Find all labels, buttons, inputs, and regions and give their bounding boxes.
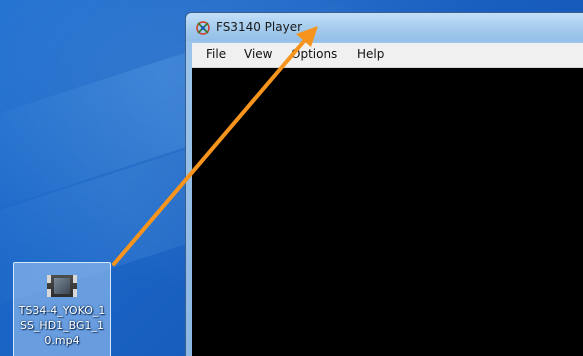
video-display[interactable] [192, 68, 583, 356]
menu-file[interactable]: File [206, 47, 226, 61]
window-title: FS3140 Player [216, 20, 303, 34]
title-bar[interactable]: FS3140 Player [186, 13, 583, 41]
app-icon [196, 21, 210, 35]
menu-bar: File View Options Help [192, 43, 583, 68]
desktop-file-label: TS34-4_YOKO_1SS_HD1_BG1_10.mp4 [18, 304, 106, 347]
desktop-file-icon[interactable]: TS34-4_YOKO_1SS_HD1_BG1_10.mp4 [13, 262, 111, 356]
desktop-background: TS34-4_YOKO_1SS_HD1_BG1_10.mp4 FS3140 Pl… [0, 0, 583, 356]
player-window: FS3140 Player File View Options Help [185, 12, 583, 356]
video-thumbnail [54, 278, 70, 294]
menu-options[interactable]: Options [291, 47, 337, 61]
menu-view[interactable]: View [244, 47, 272, 61]
video-file-icon [47, 275, 77, 297]
menu-help[interactable]: Help [357, 47, 384, 61]
